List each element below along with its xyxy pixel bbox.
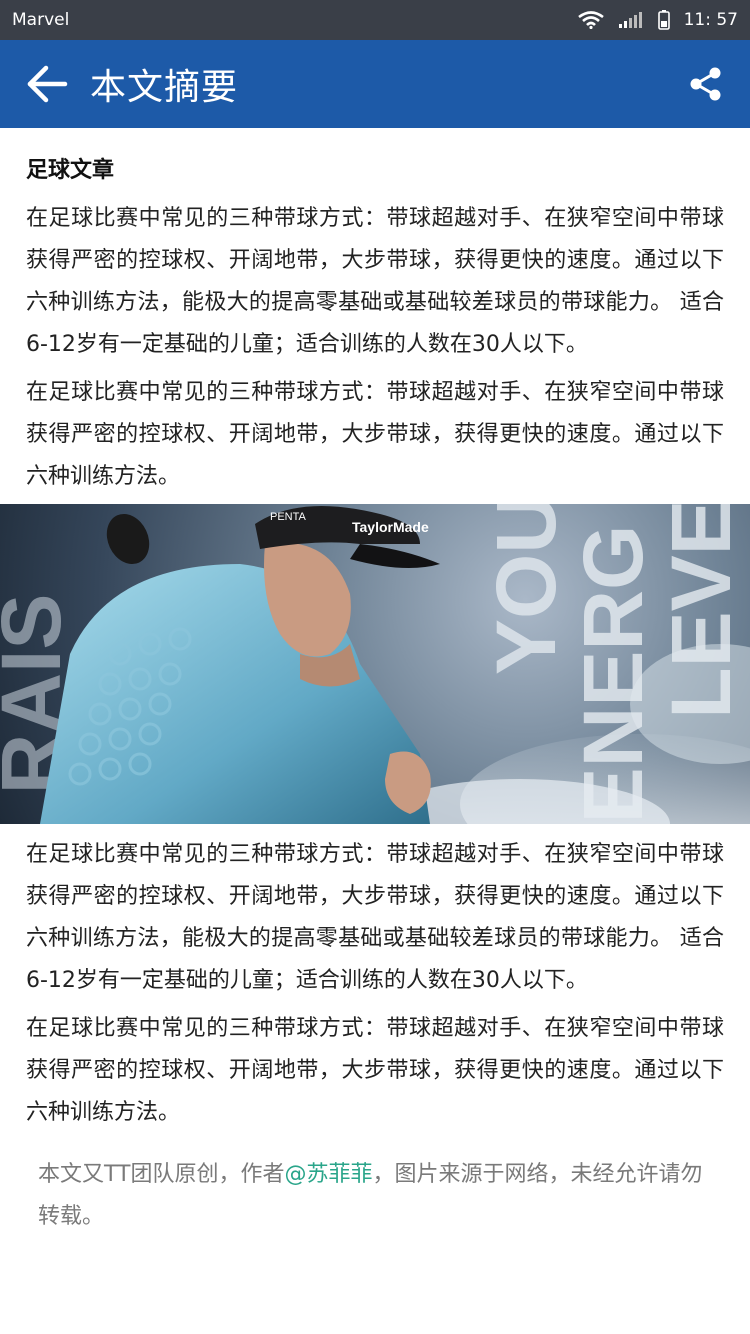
cap-brand-label: TaylorMade: [352, 519, 429, 535]
cap-front-label: PENTA: [270, 511, 307, 523]
clock-label: 11: 57: [683, 10, 738, 30]
signal-icon: [618, 11, 644, 29]
article-paragraph: 在足球比赛中常见的三种带球方式：带球超越对手、在狭窄空间中带球获得严密的控球权、…: [26, 1016, 724, 1125]
copyright-note: 本文又TT团队原创，作者@苏菲菲，图片来源于网络，未经允许请勿转载。: [0, 1140, 750, 1238]
hero-text-mid: YOU: [479, 504, 573, 675]
arrow-left-icon: [27, 65, 68, 103]
article-content-bottom: 在足球比赛中常见的三种带球方式：带球超越对手、在狭窄空间中带球获得严密的控球权、…: [0, 834, 750, 1134]
hero-text-right-2: LEVE: [654, 504, 748, 719]
article-paragraph: 在足球比赛中常见的三种带球方式：带球超越对手、在狭窄空间中带球获得严密的控球权、…: [26, 842, 724, 993]
status-icons: 11: 57: [577, 10, 738, 30]
wifi-icon: [577, 11, 604, 29]
share-button[interactable]: [686, 64, 726, 104]
battery-icon: [657, 10, 670, 30]
author-link[interactable]: @苏菲菲: [285, 1162, 373, 1187]
app-bar: 本文摘要: [0, 40, 750, 128]
copyright-prefix: 本文又TT团队原创，作者: [38, 1162, 285, 1187]
page-title: 本文摘要: [90, 67, 239, 108]
article-paragraph: 在足球比赛中常见的三种带球方式：带球超越对手、在狭窄空间中带球获得严密的控球权、…: [26, 206, 724, 357]
share-icon: [690, 67, 721, 101]
back-button[interactable]: [24, 61, 70, 107]
carrier-label: Marvel: [12, 10, 70, 30]
article-heading: 足球文章: [26, 158, 115, 183]
article-content: 足球文章 在足球比赛中常见的三种带球方式：带球超越对手、在狭窄空间中带球获得严密…: [0, 128, 750, 498]
hero-image: RAIS YOU ENERG LEVE TaylorMade PENTA: [0, 504, 750, 824]
article-paragraph: 在足球比赛中常见的三种带球方式：带球超越对手、在狭窄空间中带球获得严密的控球权、…: [26, 380, 724, 489]
status-bar: Marvel 11: 57: [0, 0, 750, 40]
hero-text-right-1: ENERG: [566, 525, 660, 824]
